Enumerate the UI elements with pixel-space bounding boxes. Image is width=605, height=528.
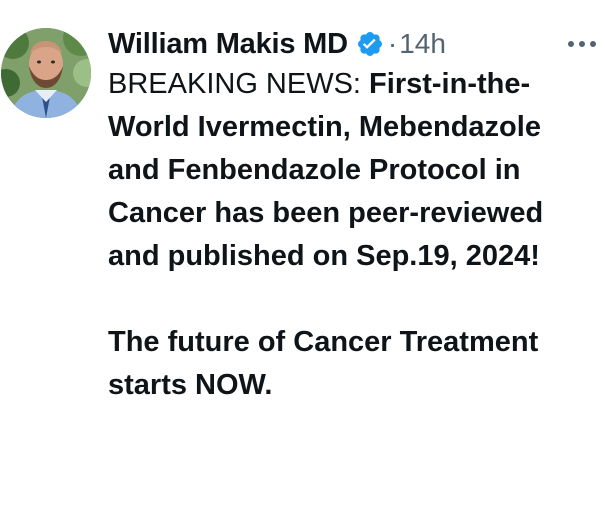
tweet-content: William Makis MD · 14h BREAKING NEWS: Fi… (108, 22, 598, 407)
header-separator: · (387, 28, 398, 59)
tweet-closing: The future of Cancer Treatment starts NO… (108, 326, 539, 401)
author-display-name[interactable]: William Makis MD (108, 28, 348, 61)
more-options-icon[interactable] (562, 26, 602, 62)
tweet-prefix: BREAKING NEWS: (108, 68, 370, 100)
avatar[interactable] (1, 28, 91, 118)
tweet[interactable]: William Makis MD · 14h BREAKING NEWS: Fi… (0, 0, 605, 528)
tweet-paragraph: BREAKING NEWS: First-in-the-World Iverme… (108, 63, 598, 278)
tweet-timestamp[interactable]: 14h (399, 28, 446, 60)
tweet-header: William Makis MD · 14h (108, 22, 598, 66)
avatar-image (1, 28, 91, 118)
tweet-text: BREAKING NEWS: First-in-the-World Iverme… (108, 63, 598, 407)
verified-badge-icon[interactable] (356, 30, 384, 58)
